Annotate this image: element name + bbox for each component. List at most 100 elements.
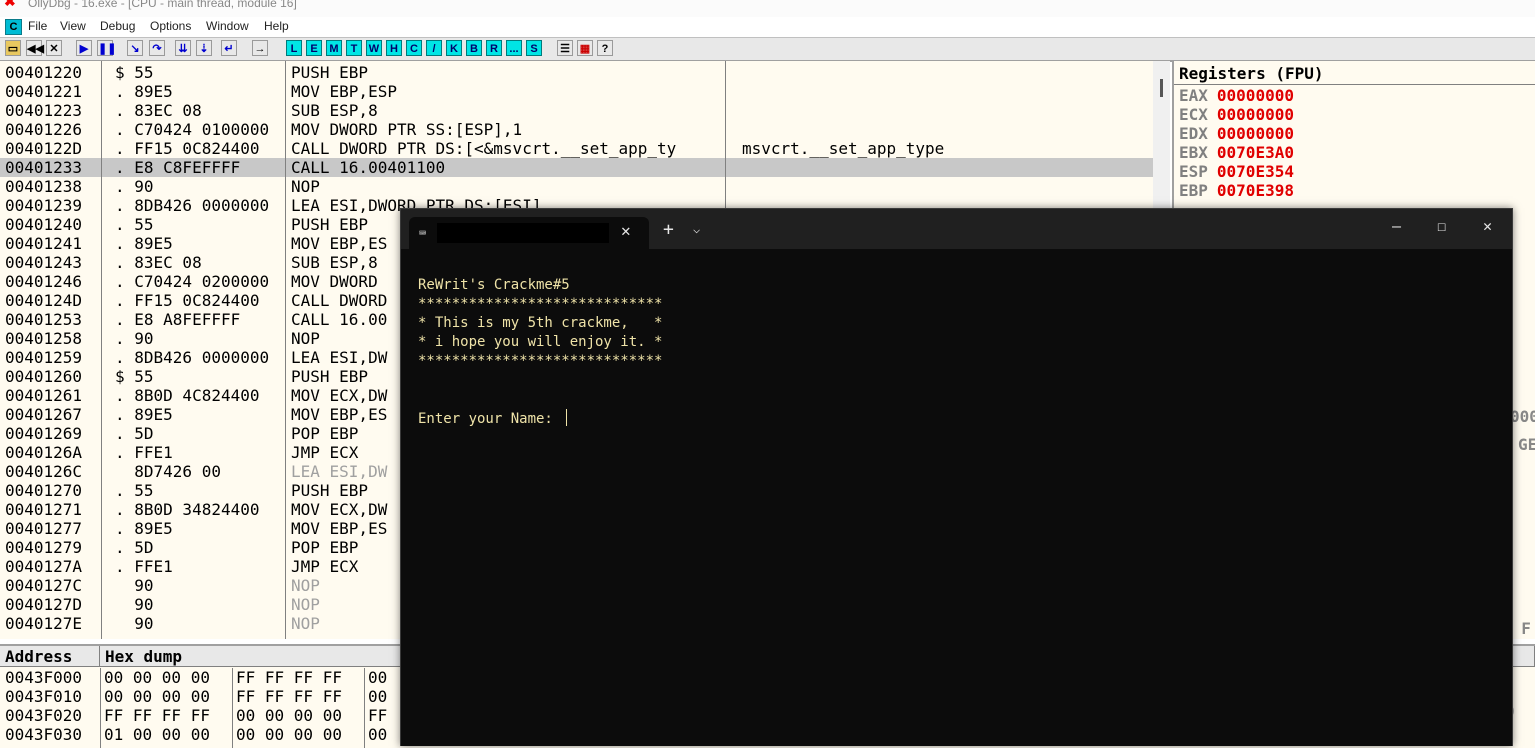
disasm-row[interactable]: 00401221 . 89E5 MOV EBP,ESP bbox=[0, 82, 1153, 101]
text-cursor[interactable] bbox=[566, 409, 568, 426]
dump-bytes: 00 00 00 00 bbox=[236, 725, 342, 744]
disasm-address: 0040127C bbox=[5, 576, 83, 595]
open-icon[interactable]: ▭ bbox=[5, 40, 21, 56]
register-value[interactable]: 00000000 bbox=[1217, 105, 1294, 124]
disasm-instruction: SUB ESP,8 bbox=[291, 101, 378, 120]
step-into-icon[interactable]: ↘ bbox=[127, 40, 143, 56]
register-row[interactable]: EAX 00000000 bbox=[1179, 86, 1294, 105]
disasm-hex: 8D7426 00 bbox=[115, 462, 221, 481]
window-close-icon[interactable]: ✕ bbox=[1483, 219, 1492, 234]
register-value[interactable]: 0070E354 bbox=[1217, 162, 1294, 181]
toolbar-modules-button[interactable]: E bbox=[306, 40, 322, 56]
minimize-icon[interactable]: — bbox=[1392, 219, 1401, 234]
disasm-address: 00401261 bbox=[5, 386, 83, 405]
terminal-window[interactable]: ⌨ ✕ + ⌵ — ☐ ✕ ReWrit's Crackme#5 ********… bbox=[400, 208, 1513, 746]
toolbar-source-button[interactable]: S bbox=[526, 40, 542, 56]
list-icon[interactable]: ☰ bbox=[557, 40, 573, 56]
disasm-hex: . 89E5 bbox=[115, 234, 173, 253]
disasm-instruction: CALL DWORD PTR DS:[<&msvcrt.__set_app_ty bbox=[291, 139, 677, 158]
register-value[interactable]: 0070E398 bbox=[1217, 181, 1294, 200]
registers-title: Registers (FPU) bbox=[1179, 64, 1324, 83]
register-row[interactable]: EDX 00000000 bbox=[1179, 124, 1294, 143]
new-tab-icon[interactable]: + bbox=[663, 221, 674, 239]
toolbar-log-button[interactable]: L bbox=[286, 40, 302, 56]
console-text: * i hope you will enjoy it. * bbox=[418, 334, 663, 350]
toolbar-callstack-button[interactable]: K bbox=[446, 40, 462, 56]
disasm-hex: $ 55 bbox=[115, 63, 154, 82]
disasm-address: 00401238 bbox=[5, 177, 83, 196]
disasm-row[interactable]: 00401220 $ 55 PUSH EBP bbox=[0, 63, 1153, 82]
disasm-instruction: POP EBP bbox=[291, 538, 359, 557]
disasm-hex: $ 55 bbox=[115, 367, 154, 386]
toolbar-cpu-button[interactable]: C bbox=[406, 40, 422, 56]
disasm-row[interactable]: 0040122D . FF15 0C824400 CALL DWORD PTR DS… bbox=[0, 139, 1153, 158]
execute-till-return-icon[interactable]: ↵ bbox=[221, 40, 237, 56]
chevron-down-icon[interactable]: ⌵ bbox=[693, 222, 700, 236]
cpu-window-icon[interactable]: C bbox=[5, 19, 22, 35]
menu-window[interactable]: Window bbox=[206, 19, 249, 33]
menu-help[interactable]: Help bbox=[264, 19, 289, 33]
disasm-row[interactable]: 00401223 . 83EC 08 SUB ESP,8 bbox=[0, 101, 1153, 120]
toolbar-breakpoints-button[interactable]: B bbox=[466, 40, 482, 56]
disasm-row[interactable]: 00401226 . C70424 0100000 MOV DWORD PTR SS… bbox=[0, 120, 1153, 139]
register-row[interactable]: EBX 0070E3A0 bbox=[1179, 143, 1294, 162]
disasm-hex: . FF15 0C824400 bbox=[115, 139, 260, 158]
disasm-instruction: NOP bbox=[291, 329, 320, 348]
pause-icon[interactable]: ❚❚ bbox=[97, 40, 116, 56]
dump-bytes: FF FF FF FF bbox=[104, 706, 210, 725]
disasm-address: 0040127A bbox=[5, 557, 83, 576]
register-row[interactable]: ECX 00000000 bbox=[1179, 105, 1294, 124]
disasm-address: 00401220 bbox=[5, 63, 83, 82]
window-title-bar: ✖ OllyDbg - 16.exe - [CPU - main thread,… bbox=[0, 0, 1535, 17]
terminal-icon: ⌨ bbox=[419, 226, 427, 240]
register-name: ESP bbox=[1179, 162, 1208, 181]
goto-icon[interactable]: → bbox=[252, 40, 268, 56]
menu-view[interactable]: View bbox=[60, 19, 86, 33]
dump-address: 0043F030 bbox=[5, 725, 83, 744]
disasm-row[interactable]: 00401233 . E8 C8FEFFFF CALL 16.00401100 bbox=[0, 158, 1153, 177]
scrollbar-thumb[interactable] bbox=[1160, 79, 1163, 97]
dump-bytes: 00 bbox=[368, 687, 388, 706]
disasm-address: 00401279 bbox=[5, 538, 83, 557]
disasm-hex: . 90 bbox=[115, 177, 154, 196]
help-icon[interactable]: ? bbox=[597, 40, 613, 56]
trace-over-icon[interactable]: ⇣ bbox=[196, 40, 212, 56]
terminal-tab-bar: ⌨ ✕ + ⌵ — ☐ ✕ bbox=[401, 209, 1512, 249]
toolbar-memory-button[interactable]: M bbox=[326, 40, 342, 56]
disasm-address: 00401226 bbox=[5, 120, 83, 139]
toolbar-runtrace-button[interactable]: ... bbox=[506, 40, 522, 56]
disasm-address: 0040122D bbox=[5, 139, 83, 158]
toolbar-windows-button[interactable]: W bbox=[366, 40, 382, 56]
console-text: ***************************** bbox=[418, 353, 663, 369]
toolbar-patches-button[interactable]: / bbox=[426, 40, 442, 56]
tab-close-icon[interactable]: ✕ bbox=[621, 221, 631, 240]
toolbar-handles-button[interactable]: H bbox=[386, 40, 402, 56]
trace-into-icon[interactable]: ⇊ bbox=[175, 40, 191, 56]
register-name: EAX bbox=[1179, 86, 1208, 105]
menu-options[interactable]: Options bbox=[150, 19, 191, 33]
register-value[interactable]: 00000000 bbox=[1217, 124, 1294, 143]
close-icon[interactable]: ✕ bbox=[46, 40, 62, 56]
disasm-address: 0040127D bbox=[5, 595, 83, 614]
register-value[interactable]: 00000000 bbox=[1217, 86, 1294, 105]
disasm-hex: 90 bbox=[115, 595, 154, 614]
maximize-icon[interactable]: ☐ bbox=[1437, 219, 1446, 234]
menu-file[interactable]: File bbox=[28, 19, 47, 33]
register-value[interactable]: 0070E3A0 bbox=[1217, 143, 1294, 162]
toolbar-references-button[interactable]: R bbox=[486, 40, 502, 56]
dump-address-header[interactable]: Address bbox=[0, 646, 100, 667]
menu-debug[interactable]: Debug bbox=[100, 19, 135, 33]
terminal-tab[interactable]: ⌨ ✕ bbox=[409, 217, 649, 249]
register-row[interactable]: ESP 0070E354 bbox=[1179, 162, 1294, 181]
disasm-hex: . 89E5 bbox=[115, 82, 173, 101]
play-icon[interactable]: ▶ bbox=[76, 40, 92, 56]
register-name: EBX bbox=[1179, 143, 1208, 162]
register-row[interactable]: EBP 0070E398 bbox=[1179, 181, 1294, 200]
toolbar-threads-button[interactable]: T bbox=[346, 40, 362, 56]
step-over-icon[interactable]: ↷ bbox=[149, 40, 165, 56]
rewind-icon[interactable]: ◀◀ bbox=[26, 40, 44, 56]
dump-address: 0043F000 bbox=[5, 668, 83, 687]
disasm-row[interactable]: 00401238 . 90 NOP bbox=[0, 177, 1153, 196]
disasm-address: 0040126C bbox=[5, 462, 83, 481]
grid-icon[interactable]: ▦ bbox=[577, 40, 593, 56]
